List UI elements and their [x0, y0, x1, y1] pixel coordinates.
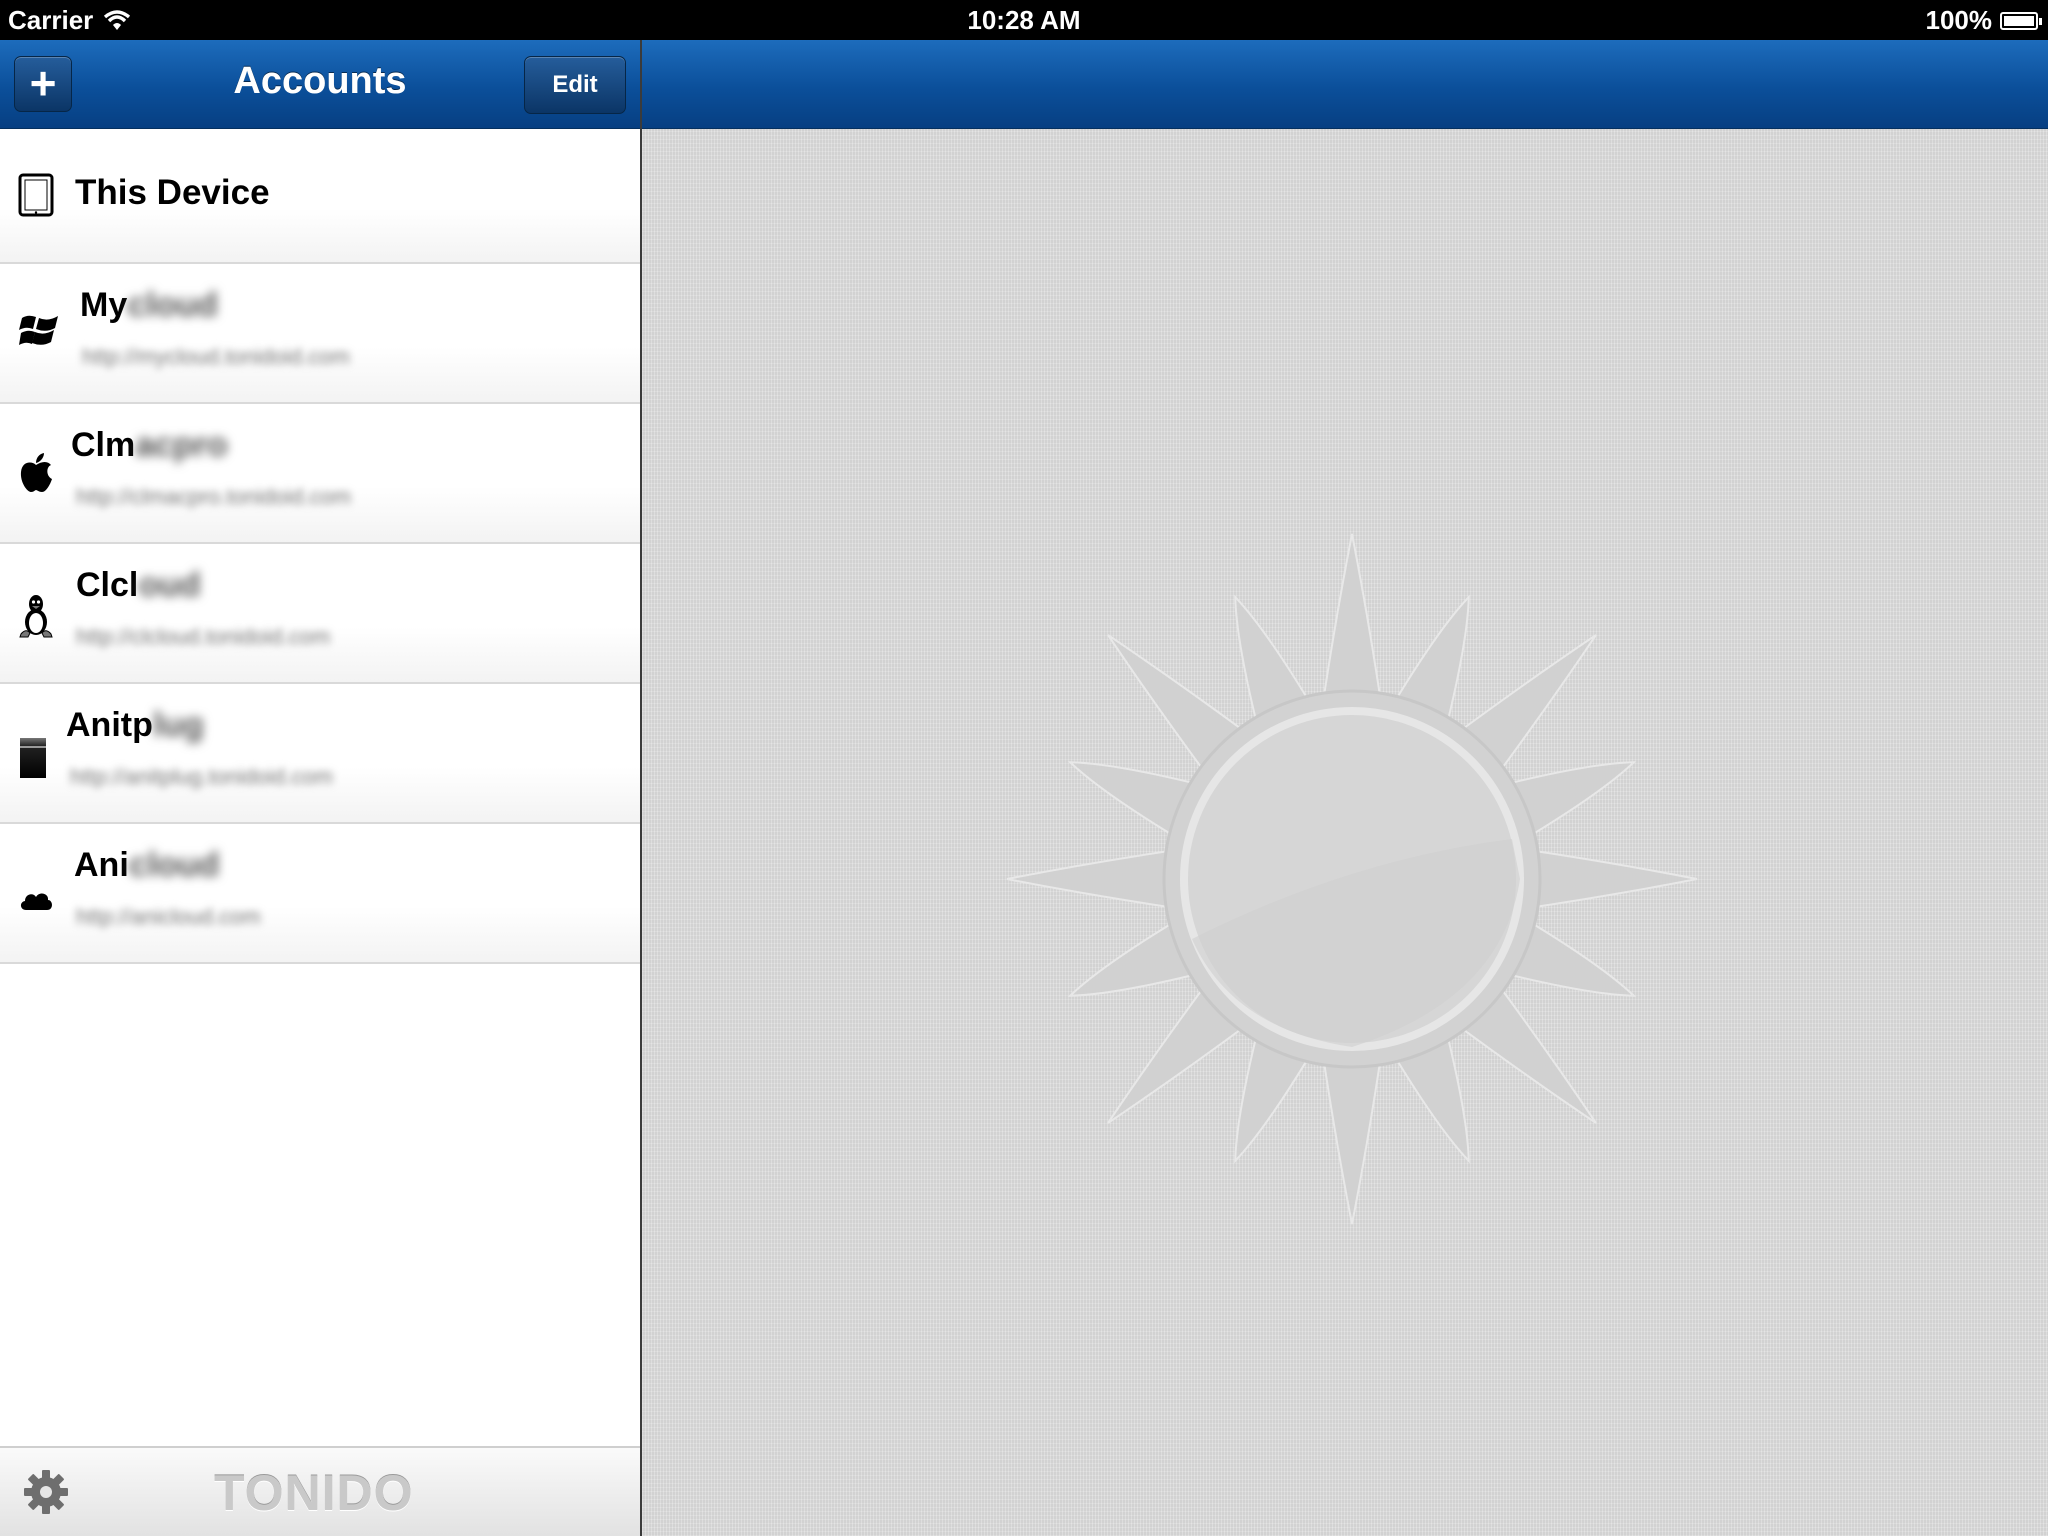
- apple-icon: [18, 452, 54, 494]
- sun-ray: [1523, 848, 1698, 910]
- battery-fill: [2004, 15, 2034, 26]
- account-url: http://anicloud.com: [76, 904, 261, 929]
- sun-ray: [1321, 533, 1383, 708]
- detail-panel: [642, 40, 2048, 1536]
- account-url: http://clcloud.tonidoid.com: [76, 624, 331, 649]
- account-name: Clmacpro: [71, 426, 228, 465]
- sun-ray: [1006, 848, 1181, 910]
- account-name-redacted: lug: [152, 706, 204, 744]
- tablet-icon: [18, 173, 54, 217]
- detail-navbar: [642, 40, 2048, 129]
- account-name-redacted: acpro: [135, 426, 228, 464]
- account-name-visible: Clcl: [76, 566, 139, 604]
- plug-server-icon: [18, 736, 48, 780]
- account-name: Anitplug: [66, 706, 204, 745]
- account-url: http://anitplug.tonidoid.com: [70, 764, 333, 789]
- bottom-toolbar: TONIDO: [0, 1446, 640, 1536]
- edit-button[interactable]: Edit: [524, 56, 626, 114]
- accounts-panel: + Accounts Edit This Device Mycloud http…: [0, 40, 640, 1536]
- sun-ray: [1321, 1050, 1383, 1225]
- account-name-redacted: cloud: [128, 846, 220, 884]
- battery-percent: 100%: [1925, 5, 1993, 35]
- linen-background: [642, 129, 2048, 1536]
- account-url: http://mycloud.tonidoid.com: [82, 344, 350, 369]
- battery-icon: [2000, 11, 2042, 30]
- account-name: Anicloud: [74, 846, 219, 885]
- status-bar: Carrier 10:28 AM 100%: [0, 0, 2048, 40]
- battery-status: 100%: [1925, 5, 2042, 36]
- account-item-this-device[interactable]: This Device: [0, 129, 640, 264]
- account-name: Mycloud: [80, 286, 218, 325]
- account-url: http://clmacpro.tonidoid.com: [76, 484, 352, 509]
- account-name-visible: Anitp: [66, 706, 153, 744]
- account-name-visible: My: [80, 286, 128, 324]
- account-name-redacted: oud: [138, 566, 201, 604]
- account-name-visible: Clm: [71, 426, 136, 464]
- account-list: This Device Mycloud http://mycloud.tonid…: [0, 129, 640, 964]
- gear-icon[interactable]: [22, 1468, 70, 1521]
- cloud-icon: [18, 888, 54, 912]
- tonido-logo: TONIDO: [214, 1465, 414, 1521]
- status-time: 10:28 AM: [967, 5, 1081, 35]
- account-name-redacted: cloud: [127, 286, 218, 324]
- linux-icon: [18, 592, 54, 638]
- account-item[interactable]: Anitplug http://anitplug.tonidoid.com: [0, 684, 640, 824]
- account-name: This Device: [75, 173, 270, 212]
- windows-icon: [18, 312, 60, 350]
- sun-watermark-icon: [1006, 533, 1698, 1225]
- account-item[interactable]: Clmacpro http://clmacpro.tonidoid.com: [0, 404, 640, 544]
- account-item[interactable]: Clcloud http://clcloud.tonidoid.com: [0, 544, 640, 684]
- account-name-visible: Ani: [74, 846, 129, 884]
- account-item[interactable]: Mycloud http://mycloud.tonidoid.com: [0, 264, 640, 404]
- accounts-navbar: + Accounts Edit: [0, 40, 640, 129]
- account-item[interactable]: Anicloud http://anicloud.com: [0, 824, 640, 964]
- account-name: Clcloud: [76, 566, 201, 605]
